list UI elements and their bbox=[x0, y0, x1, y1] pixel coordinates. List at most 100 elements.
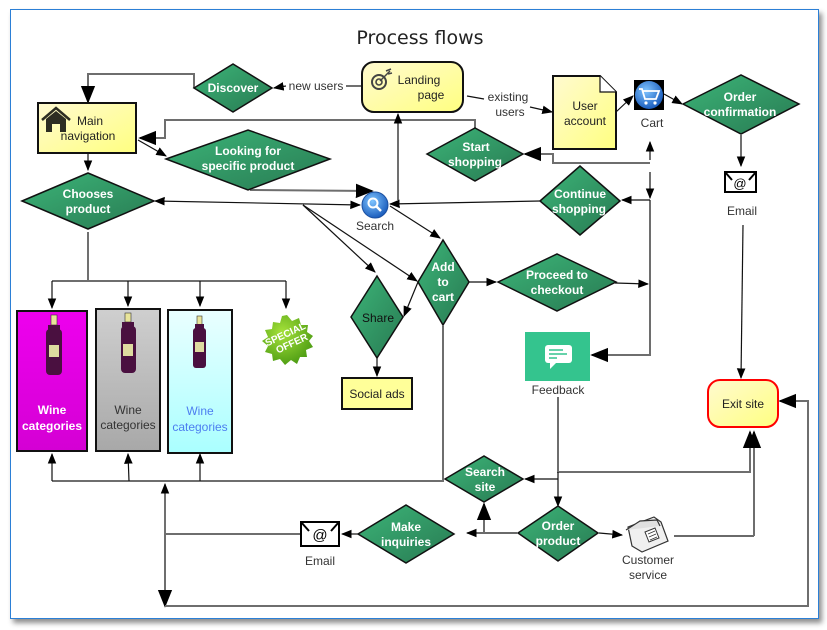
svg-text:Search: Search bbox=[465, 465, 505, 479]
edge-checkout-trunk bbox=[614, 279, 650, 289]
svg-text:Social ads: Social ads bbox=[349, 387, 404, 401]
svg-text:Email: Email bbox=[727, 204, 757, 218]
svg-text:navigation: navigation bbox=[61, 129, 116, 143]
svg-text:Feedback: Feedback bbox=[532, 383, 586, 397]
node-exit-site[interactable]: Exit site bbox=[707, 379, 779, 428]
svg-text:shopping: shopping bbox=[552, 202, 606, 216]
svg-text:confirmation: confirmation bbox=[704, 105, 777, 119]
svg-text:@: @ bbox=[312, 527, 327, 544]
svg-text:site: site bbox=[475, 480, 496, 494]
edge-label-existing: existing bbox=[488, 90, 529, 104]
svg-text:Landing: Landing bbox=[398, 73, 441, 87]
edge-landing-existing bbox=[466, 95, 485, 100]
svg-text:User: User bbox=[572, 99, 597, 113]
svg-text:to: to bbox=[437, 275, 448, 289]
svg-text:Email: Email bbox=[305, 554, 335, 568]
process-flow-diagram: Process flows new users existing users L… bbox=[16, 27, 809, 608]
node-share[interactable]: Share bbox=[350, 274, 404, 360]
node-search-site[interactable]: Search site bbox=[443, 455, 525, 503]
edge-addtocart-share bbox=[403, 281, 419, 317]
node-wine-categories-2[interactable]: Wine categories bbox=[95, 308, 161, 452]
svg-text:Wine: Wine bbox=[114, 403, 142, 417]
svg-text:inquiries: inquiries bbox=[381, 535, 431, 549]
svg-text:Wine: Wine bbox=[186, 404, 214, 418]
edge-chooses-search bbox=[153, 196, 362, 210]
svg-text:Customer: Customer bbox=[622, 553, 674, 567]
search-icon bbox=[361, 191, 389, 219]
svg-text:Add: Add bbox=[431, 260, 454, 274]
node-looking-for-product[interactable]: Looking for specific product bbox=[163, 129, 333, 191]
edge-label-users: users bbox=[495, 105, 524, 119]
node-order-product[interactable]: Order product bbox=[516, 505, 600, 562]
edge-useraccount-cart bbox=[615, 95, 634, 113]
node-landing-page[interactable]: Landing page bbox=[361, 61, 464, 113]
edge-continue-search bbox=[388, 199, 541, 209]
svg-text:Share: Share bbox=[362, 311, 394, 325]
svg-text:page: page bbox=[418, 88, 445, 102]
svg-text:categories: categories bbox=[100, 418, 155, 432]
node-proceed-to-checkout[interactable]: Proceed to checkout bbox=[496, 253, 618, 312]
svg-text:product: product bbox=[536, 534, 581, 548]
edge-bus-wine2 bbox=[124, 452, 133, 482]
svg-text:Proceed to: Proceed to bbox=[526, 268, 588, 282]
svg-text:Cart: Cart bbox=[641, 116, 664, 130]
node-email-bottom[interactable]: @ Email bbox=[300, 521, 340, 568]
node-chooses-product[interactable]: Chooses product bbox=[20, 172, 156, 230]
svg-text:Start: Start bbox=[462, 140, 489, 154]
edge-mainnav-lookingfor bbox=[137, 139, 167, 157]
svg-text:Chooses: Chooses bbox=[63, 187, 114, 201]
node-discover[interactable]: Discover bbox=[192, 63, 274, 113]
edge-bottom-exit bbox=[165, 393, 809, 607]
svg-text:Search: Search bbox=[356, 219, 394, 233]
edge-existing-useraccount bbox=[529, 105, 554, 115]
wine-bottle-icon bbox=[121, 312, 136, 373]
svg-text:Looking for: Looking for bbox=[215, 144, 281, 158]
node-search[interactable]: Search bbox=[356, 191, 394, 233]
node-customer-service[interactable]: Customer service bbox=[622, 516, 674, 582]
node-continue-shopping[interactable]: Continue shopping bbox=[538, 165, 622, 236]
edge-fan-addtocart bbox=[302, 204, 418, 282]
svg-text:specific product: specific product bbox=[202, 159, 295, 173]
edge-lookingfor-search bbox=[249, 183, 374, 199]
node-cart[interactable]: Cart bbox=[634, 80, 664, 130]
node-make-inquiries[interactable]: Make inquiries bbox=[356, 504, 456, 564]
node-special-offer[interactable]: SPECIAL OFFER bbox=[262, 315, 313, 365]
edge-label-new-users: new users bbox=[289, 79, 344, 93]
edge-discover-mainnav bbox=[80, 73, 195, 104]
edge-trunk-startshopping bbox=[523, 146, 650, 164]
svg-text:Order: Order bbox=[724, 90, 757, 104]
svg-text:Main: Main bbox=[77, 114, 103, 128]
svg-text:shopping: shopping bbox=[448, 155, 502, 169]
node-main-navigation[interactable]: Main navigation bbox=[37, 102, 137, 154]
node-wine-categories-3[interactable]: Wine categories bbox=[167, 309, 233, 454]
svg-text:cart: cart bbox=[432, 290, 454, 304]
svg-text:product: product bbox=[66, 202, 111, 216]
edge-fan-share bbox=[302, 204, 376, 273]
node-add-to-cart[interactable]: Add to cart bbox=[417, 238, 470, 327]
node-start-shopping[interactable]: Start shopping bbox=[425, 127, 525, 182]
telephone-icon bbox=[625, 516, 669, 553]
node-order-confirmation[interactable]: Order confirmation bbox=[681, 74, 801, 135]
edge-email-exit bbox=[736, 224, 746, 380]
diagram-title: Process flows bbox=[356, 27, 483, 49]
email-icon: @ bbox=[300, 521, 340, 547]
svg-text:categories: categories bbox=[22, 419, 82, 433]
svg-text:Wine: Wine bbox=[38, 403, 67, 417]
edge-newusers-discover bbox=[272, 82, 287, 91]
edge-cart-orderconfirm bbox=[663, 93, 683, 105]
node-user-account[interactable]: User account bbox=[552, 75, 617, 150]
cart-icon bbox=[635, 81, 663, 109]
node-email-top[interactable]: @ Email bbox=[724, 171, 757, 218]
node-social-ads[interactable]: Social ads bbox=[341, 377, 413, 410]
edge-search-addtocart bbox=[389, 205, 441, 239]
edge-startshopping-mainnav bbox=[138, 119, 476, 146]
email-icon: @ bbox=[724, 171, 757, 193]
node-wine-categories-1[interactable]: Wine categories bbox=[16, 310, 88, 452]
svg-text:categories: categories bbox=[172, 420, 227, 434]
edge-orderproduct-customerservice bbox=[598, 529, 624, 539]
svg-text:service: service bbox=[629, 568, 667, 582]
svg-text:checkout: checkout bbox=[531, 283, 584, 297]
svg-text:@: @ bbox=[733, 176, 746, 191]
svg-text:Discover: Discover bbox=[208, 81, 259, 95]
node-feedback[interactable]: Feedback bbox=[525, 332, 590, 397]
